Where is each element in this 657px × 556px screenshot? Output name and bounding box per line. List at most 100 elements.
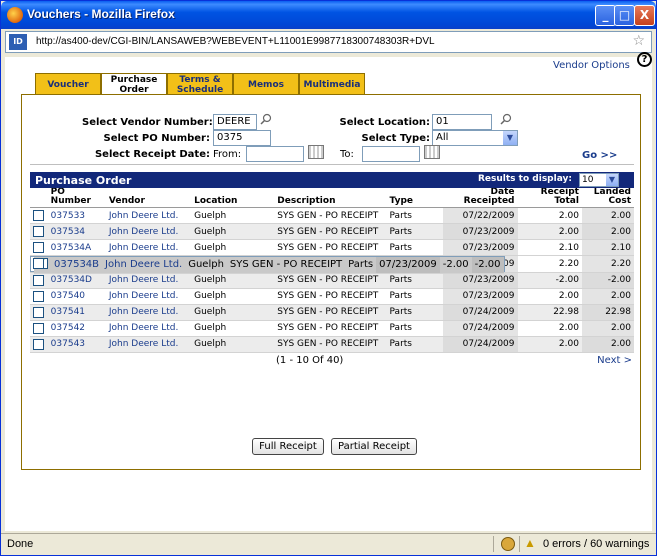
table-row[interactable]: 037541 John Deere Ltd. Guelph SYS GEN - PO … xyxy=(30,304,634,321)
type-label: Select Type: xyxy=(361,133,430,144)
row-select-checkbox[interactable] xyxy=(33,306,45,318)
description-cell: SYS GEN - PO RECEIPT xyxy=(274,223,387,240)
row-checkbox xyxy=(30,223,48,240)
row-select-checkbox[interactable] xyxy=(33,258,45,270)
table-row[interactable]: 037542 John Deere Ltd. Guelph SYS GEN - PO … xyxy=(30,320,634,337)
full-receipt-button[interactable]: Full Receipt xyxy=(252,438,324,455)
results-to-display-label: Results to display: xyxy=(478,174,572,184)
type-cell: Parts xyxy=(386,272,443,289)
chevron-down-icon[interactable]: ▼ xyxy=(503,131,517,145)
po-number-link[interactable]: 037534A xyxy=(47,239,106,256)
description-cell: SYS GEN - PO RECEIPT xyxy=(274,239,387,256)
location-cell: Guelph xyxy=(185,257,227,274)
po-number-link[interactable]: 037541 xyxy=(47,304,106,321)
table-row[interactable]: 037534 John Deere Ltd. Guelph SYS GEN - PO … xyxy=(30,223,634,240)
row-select-checkbox[interactable] xyxy=(33,210,45,221)
row-select-checkbox[interactable] xyxy=(33,274,45,286)
table-row[interactable]: 037540 John Deere Ltd. Guelph SYS GEN - PO … xyxy=(30,288,634,305)
row-select-checkbox[interactable] xyxy=(33,226,45,237)
col-date-line2: Receipted xyxy=(463,196,515,206)
error-warning-count[interactable]: 0 errors / 60 warnings xyxy=(543,538,649,550)
po-number-link[interactable]: 037534B xyxy=(51,257,103,274)
row-select-checkbox[interactable] xyxy=(33,338,45,350)
status-bar: Done ▲ 0 errors / 60 warnings xyxy=(1,533,656,555)
location-input[interactable]: 01 xyxy=(432,114,492,130)
results-to-display-select[interactable]: 10 ▼ xyxy=(579,173,619,187)
partial-receipt-button[interactable]: Partial Receipt xyxy=(331,438,417,455)
col-cost-line2: Cost xyxy=(608,196,631,206)
col-type: Type xyxy=(386,188,443,208)
type-select[interactable]: All ▼ xyxy=(432,130,518,146)
location-search-icon[interactable] xyxy=(500,113,512,125)
vendor-link[interactable]: John Deere Ltd. xyxy=(105,304,192,321)
maximize-button[interactable]: □ xyxy=(614,5,635,26)
vendor-link[interactable]: John Deere Ltd. xyxy=(105,288,192,305)
minimize-button[interactable]: _ xyxy=(595,5,616,26)
vendor-options-link[interactable]: Vendor Options xyxy=(553,60,630,71)
title-bar[interactable]: Vouchers - Mozilla Firefox _ □ X xyxy=(1,1,656,29)
date-cell: 07/23/2009 xyxy=(442,239,518,256)
status-text: Done xyxy=(7,538,34,550)
date-cell: 07/22/2009 xyxy=(442,207,518,224)
tab-multimedia-label: Multimedia xyxy=(303,80,361,90)
landed-cost-cell: -2.00 xyxy=(471,257,504,274)
receipt-total-cell: 2.00 xyxy=(517,320,582,337)
firefox-icon xyxy=(7,7,23,23)
row-select-checkbox[interactable] xyxy=(33,242,45,253)
chevron-down-icon[interactable]: ▼ xyxy=(606,174,618,186)
vendor-number-input[interactable]: DEERE xyxy=(213,114,257,130)
smiley-icon[interactable] xyxy=(501,537,515,551)
from-date-input[interactable] xyxy=(246,146,304,162)
po-number-link[interactable]: 037534D xyxy=(47,272,106,289)
calendar-icon[interactable] xyxy=(308,145,324,159)
tab-multimedia[interactable]: Multimedia xyxy=(299,73,365,95)
bookmark-star-icon[interactable]: ☆ xyxy=(632,33,645,49)
col-landed-cost: Landed Cost xyxy=(581,188,634,208)
description-cell: SYS GEN - PO RECEIPT xyxy=(274,320,387,337)
description-cell: SYS GEN - PO RECEIPT xyxy=(274,336,387,353)
table-row[interactable]: 037534BJohn Deere Ltd.GuelphSYS GEN - PO… xyxy=(30,256,505,274)
tab-memos[interactable]: Memos xyxy=(233,73,299,95)
site-id-icon[interactable]: ID xyxy=(9,34,27,50)
close-button[interactable]: X xyxy=(634,5,655,26)
table-row[interactable]: 037534D John Deere Ltd. Guelph SYS GEN - PO… xyxy=(30,272,634,289)
receipt-total-cell: -2.00 xyxy=(439,257,472,274)
go-link[interactable]: Go >> xyxy=(582,150,617,161)
po-number-link[interactable]: 037534 xyxy=(47,223,106,240)
calendar-icon[interactable] xyxy=(424,145,440,159)
vendor-link[interactable]: John Deere Ltd. xyxy=(105,207,192,224)
vendor-link[interactable]: John Deere Ltd. xyxy=(102,257,186,274)
row-select-checkbox[interactable] xyxy=(33,322,45,334)
location-cell: Guelph xyxy=(191,207,275,224)
to-date-input[interactable] xyxy=(362,146,420,162)
next-page-link[interactable]: Next > xyxy=(597,355,632,366)
table-row[interactable]: 037534A John Deere Ltd. Guelph SYS GEN - PO… xyxy=(30,239,634,256)
location-cell: Guelph xyxy=(191,320,275,337)
vendor-search-icon[interactable] xyxy=(260,113,272,125)
date-cell: 07/24/2009 xyxy=(442,304,518,321)
tab-terms-schedule[interactable]: Terms & Schedule xyxy=(167,73,233,95)
help-icon[interactable]: ? xyxy=(637,52,652,67)
row-checkbox xyxy=(30,288,48,305)
tab-voucher[interactable]: Voucher xyxy=(35,73,101,95)
po-number-link[interactable]: 037542 xyxy=(47,320,106,337)
vendor-link[interactable]: John Deere Ltd. xyxy=(105,320,192,337)
vendor-link[interactable]: John Deere Ltd. xyxy=(105,223,192,240)
row-select-checkbox[interactable] xyxy=(33,290,45,302)
location-cell: Guelph xyxy=(191,239,275,256)
po-number-link[interactable]: 037543 xyxy=(47,336,106,353)
vendor-link[interactable]: John Deere Ltd. xyxy=(105,239,192,256)
date-cell: 07/23/2009 xyxy=(376,257,440,274)
receipt-total-cell: 2.00 xyxy=(517,288,582,305)
table-row[interactable]: 037533 John Deere Ltd. Guelph SYS GEN - PO … xyxy=(30,207,634,224)
pager: (1 - 10 Of 40) Next > xyxy=(30,353,634,369)
po-number-input[interactable]: 0375 xyxy=(213,130,271,146)
warning-icon[interactable]: ▲ xyxy=(524,536,538,550)
po-number-link[interactable]: 037540 xyxy=(47,288,106,305)
table-row[interactable]: 037543 John Deere Ltd. Guelph SYS GEN - PO … xyxy=(30,336,634,353)
url-text[interactable]: http://as400-dev/CGI-BIN/LANSAWEB?WEBEVE… xyxy=(36,36,435,47)
po-number-link[interactable]: 037533 xyxy=(47,207,106,224)
vendor-link[interactable]: John Deere Ltd. xyxy=(105,272,192,289)
address-bar[interactable]: ID http://as400-dev/CGI-BIN/LANSAWEB?WEB… xyxy=(5,31,652,53)
vendor-link[interactable]: John Deere Ltd. xyxy=(105,336,192,353)
